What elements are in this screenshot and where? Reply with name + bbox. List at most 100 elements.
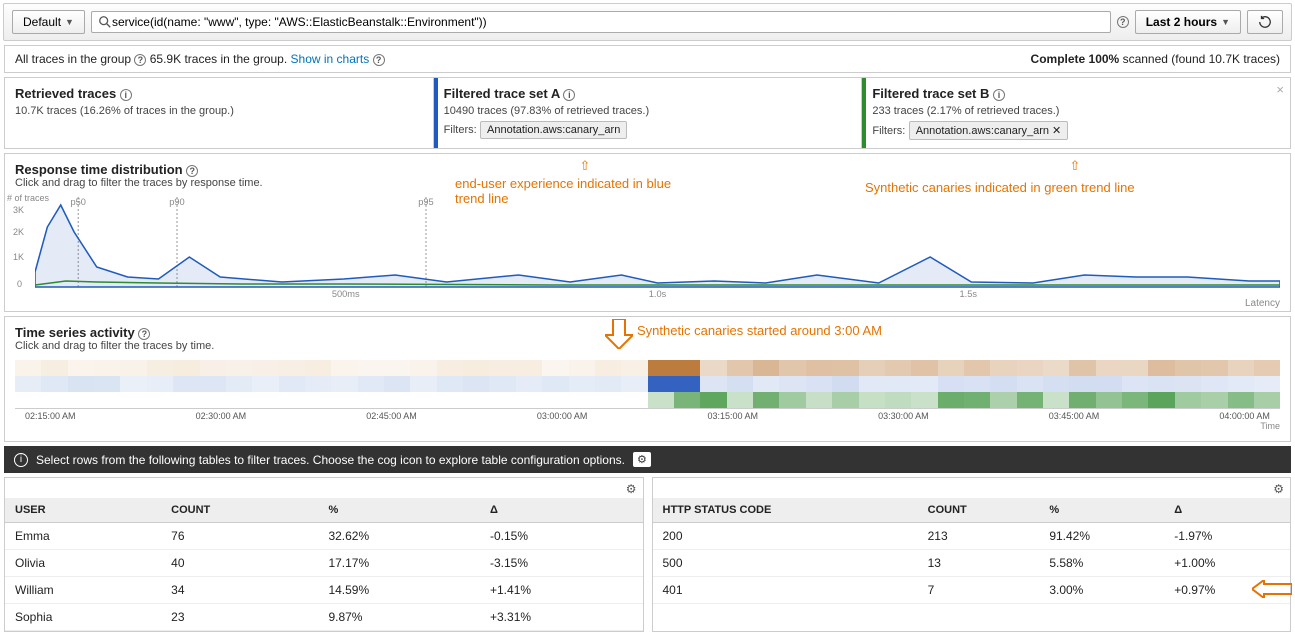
info-icon[interactable]: ?: [134, 54, 146, 66]
info-circle-icon: i: [14, 453, 28, 467]
heat-cell: [1096, 376, 1122, 392]
heat-cell: [305, 392, 331, 408]
heat-cell: [147, 392, 173, 408]
arrow-left-icon: [1252, 580, 1292, 601]
filter-chip[interactable]: Annotation.aws:canary_arn ✕: [909, 121, 1069, 140]
panel-stripe-blue: [434, 78, 438, 148]
heat-cell: [1148, 376, 1174, 392]
cell: 9.87%: [318, 604, 480, 631]
group-summary-bar: All traces in the group ? 65.9K traces i…: [4, 45, 1291, 73]
heat-cell: [938, 360, 964, 376]
heat-cell: [384, 360, 410, 376]
cell: 200: [653, 523, 918, 550]
scope-label: Default: [23, 15, 61, 29]
col-header[interactable]: COUNT: [161, 498, 318, 523]
info-icon[interactable]: i: [120, 89, 132, 101]
response-distribution-chart[interactable]: p50 p90 p95 500ms 1.0s 1.5s # of traces …: [35, 197, 1280, 297]
show-in-charts-link[interactable]: Show in charts: [291, 52, 370, 66]
table-row[interactable]: Sophia239.87%+3.31%: [5, 604, 643, 631]
col-header[interactable]: Δ: [1164, 498, 1290, 523]
heat-cell: [911, 360, 937, 376]
heat-cell: [173, 360, 199, 376]
heat-cell: [700, 376, 726, 392]
panel-set-b[interactable]: × Filtered trace set B i 233 traces (2.1…: [862, 78, 1290, 148]
heat-cell: [200, 376, 226, 392]
refresh-button[interactable]: [1247, 10, 1283, 34]
x-tick: 03:00:00 AM: [537, 411, 588, 421]
info-text: Select rows from the following tables to…: [36, 453, 625, 467]
heat-cell: [674, 360, 700, 376]
panel-set-a[interactable]: Filtered trace set A i 10490 traces (97.…: [434, 78, 863, 148]
scope-dropdown[interactable]: Default ▼: [12, 10, 85, 34]
close-icon[interactable]: ×: [1276, 82, 1284, 97]
top-toolbar: Default ▼ ? Last 2 hours ▼: [3, 3, 1292, 41]
table-row[interactable]: William3414.59%+1.41%: [5, 577, 643, 604]
gear-icon[interactable]: ⚙: [1273, 482, 1284, 496]
heat-cell: [516, 376, 542, 392]
heat-cell: [1254, 392, 1280, 408]
cell: 32.62%: [318, 523, 480, 550]
heat-cell: [1069, 392, 1095, 408]
heat-cell: [173, 392, 199, 408]
heat-cell: [885, 392, 911, 408]
heat-cell: [938, 392, 964, 408]
help-icon[interactable]: ?: [1117, 16, 1129, 28]
table-row[interactable]: Olivia4017.17%-3.15%: [5, 550, 643, 577]
heat-cell: [437, 360, 463, 376]
col-header[interactable]: COUNT: [918, 498, 1040, 523]
cell: +1.00%: [1164, 550, 1290, 577]
heat-cell: [94, 360, 120, 376]
timeseries-heatmap[interactable]: 02:15:00 AM 02:30:00 AM 02:45:00 AM 03:0…: [5, 356, 1290, 441]
heat-cell: [120, 392, 146, 408]
heat-cell: [437, 392, 463, 408]
panel-sub: 10490 traces (97.83% of retrieved traces…: [444, 105, 852, 117]
col-header[interactable]: USER: [5, 498, 161, 523]
heat-cell: [753, 376, 779, 392]
heat-cell: [1122, 376, 1148, 392]
table-row[interactable]: 20021391.42%-1.97%: [653, 523, 1291, 550]
heat-cell: [1069, 360, 1095, 376]
heat-cell: [1017, 392, 1043, 408]
info-icon[interactable]: i: [563, 89, 575, 101]
time-range-dropdown[interactable]: Last 2 hours ▼: [1135, 10, 1241, 34]
heat-cell: [384, 376, 410, 392]
table-row[interactable]: 500135.58%+1.00%: [653, 550, 1291, 577]
info-icon[interactable]: ?: [186, 165, 198, 177]
panel-retrieved[interactable]: Retrieved traces i 10.7K traces (16.26% …: [5, 78, 434, 148]
heat-cell: [1043, 376, 1069, 392]
col-header[interactable]: HTTP STATUS CODE: [653, 498, 918, 523]
col-header[interactable]: %: [318, 498, 480, 523]
info-icon[interactable]: ?: [373, 54, 385, 66]
y-tick: 1K: [13, 252, 24, 262]
info-icon[interactable]: ?: [138, 328, 150, 340]
heat-cell: [832, 392, 858, 408]
heat-cell: [358, 392, 384, 408]
gear-icon[interactable]: ⚙: [633, 452, 651, 467]
heat-row-blue: [15, 376, 1280, 392]
query-input-wrap[interactable]: [91, 11, 1111, 33]
cell: 14.59%: [318, 577, 480, 604]
heat-cell: [569, 392, 595, 408]
complete-pct: Complete 100%: [1031, 52, 1120, 66]
heat-cell: [542, 360, 568, 376]
info-icon[interactable]: i: [993, 89, 1005, 101]
col-header[interactable]: Δ: [480, 498, 643, 523]
heat-cell: [1175, 392, 1201, 408]
query-input[interactable]: [112, 15, 1104, 29]
trace-set-panels: Retrieved traces i 10.7K traces (16.26% …: [4, 77, 1291, 149]
arrow-down-icon: [605, 319, 633, 352]
heat-cell: [569, 376, 595, 392]
filter-chip[interactable]: Annotation.aws:canary_arn: [480, 121, 627, 139]
heat-cell: [806, 360, 832, 376]
heat-cell: [173, 376, 199, 392]
heat-row-orange: [15, 360, 1280, 376]
cell: +3.31%: [480, 604, 643, 631]
heat-cell: [779, 392, 805, 408]
heat-cell: [1228, 392, 1254, 408]
gear-icon[interactable]: ⚙: [626, 482, 637, 496]
col-header[interactable]: %: [1039, 498, 1164, 523]
table-row[interactable]: Emma7632.62%-0.15%: [5, 523, 643, 550]
heat-cell: [727, 360, 753, 376]
table-row[interactable]: 40173.00%+0.97%: [653, 577, 1291, 604]
heat-cell: [226, 360, 252, 376]
